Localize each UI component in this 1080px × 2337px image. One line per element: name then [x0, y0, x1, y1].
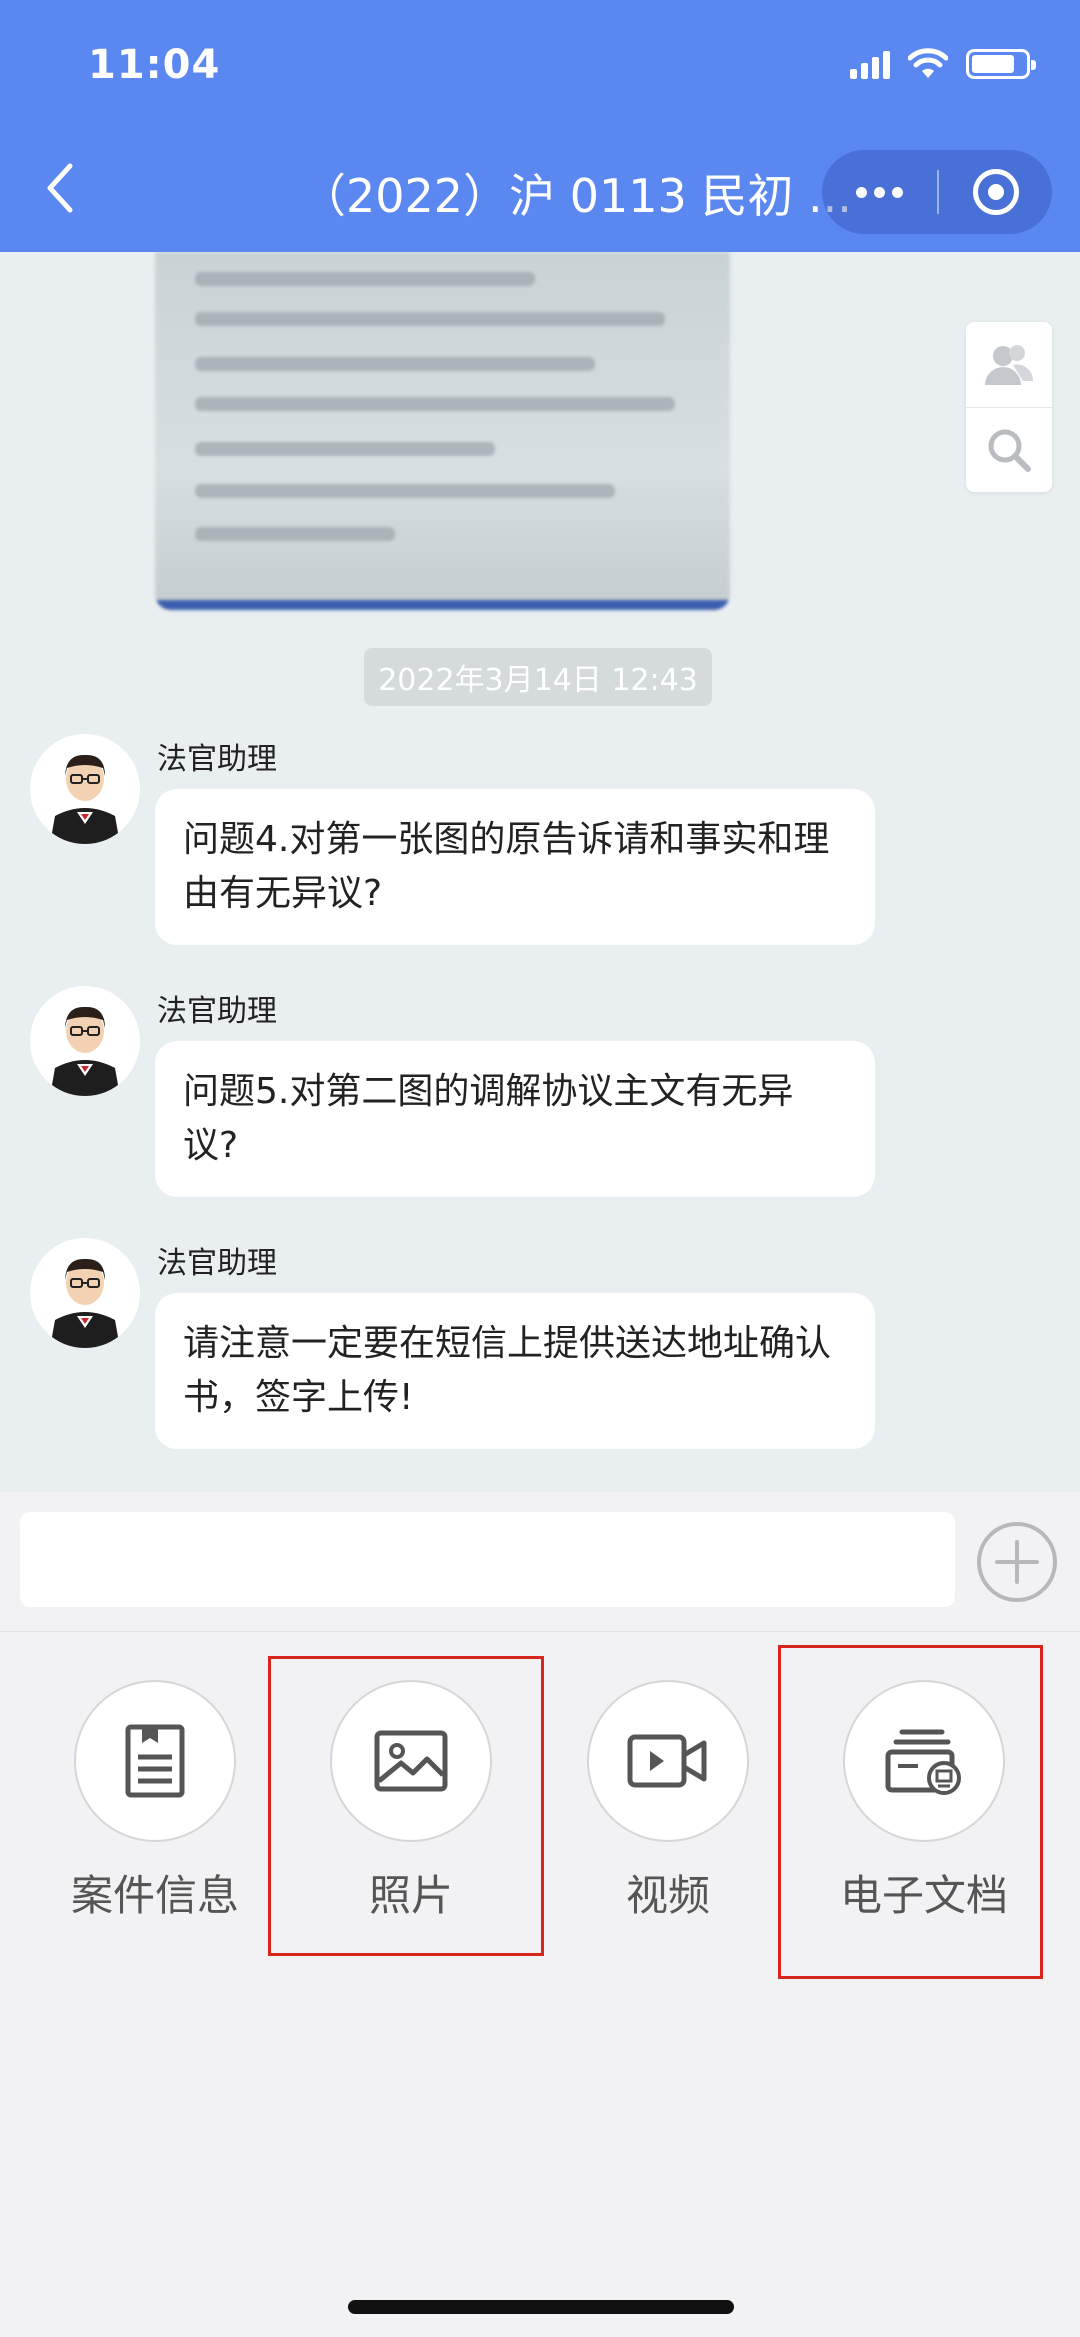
message-input[interactable] — [20, 1512, 955, 1607]
shared-image-message[interactable] — [155, 252, 730, 610]
status-icons — [850, 48, 1036, 80]
message-bubble[interactable]: 问题5.对第二图的调解协议主文有无异议? — [155, 1041, 875, 1197]
close-miniprogram-button[interactable] — [939, 150, 1052, 234]
case-info-label: 案件信息 — [70, 1871, 239, 1920]
video-button[interactable]: 视频 — [568, 1680, 768, 1923]
video-icon — [627, 1734, 707, 1788]
input-bar — [0, 1492, 1080, 1632]
back-button[interactable] — [40, 160, 80, 216]
search-button[interactable] — [966, 407, 1052, 492]
avatar — [30, 1238, 140, 1348]
search-icon — [988, 429, 1031, 472]
chat-area[interactable]: 2022年3月14日 12:43 法官助理 问题4.对第一张图的原告诉请和事实和… — [0, 252, 1080, 1492]
avatar — [30, 734, 140, 844]
status-time: 11:04 — [88, 42, 221, 88]
message-timestamp: 2022年3月14日 12:43 — [364, 648, 712, 706]
target-icon — [972, 169, 1019, 215]
avatar — [30, 986, 140, 1096]
page-title: （2022）沪 0113 民初 ... — [300, 169, 852, 223]
case-info-button[interactable]: 案件信息 — [55, 1680, 255, 1923]
e-document-highlight-box — [778, 1645, 1043, 1979]
miniprogram-capsule — [822, 150, 1052, 234]
members-button[interactable] — [966, 322, 1052, 407]
more-button[interactable] — [822, 150, 937, 234]
cellular-signal-icon — [850, 49, 890, 79]
sender-name: 法官助理 — [157, 1246, 277, 1281]
message-bubble[interactable]: 请注意一定要在短信上提供送达地址确认书，签字上传! — [155, 1293, 875, 1449]
photo-highlight-box — [268, 1656, 544, 1956]
members-icon — [985, 344, 1034, 385]
wifi-icon — [908, 48, 948, 78]
document-icon — [125, 1724, 185, 1798]
sender-name: 法官助理 — [157, 742, 277, 777]
home-indicator[interactable] — [348, 2300, 734, 2314]
sender-name: 法官助理 — [157, 994, 277, 1029]
header: 11:04 （2022）沪 0113 民初 ... — [0, 0, 1080, 252]
plus-button[interactable] — [975, 1520, 1059, 1604]
message-bubble[interactable]: 问题4.对第一张图的原告诉请和事实和理由有无异议? — [155, 789, 875, 945]
side-toolbar — [966, 322, 1052, 492]
battery-icon — [966, 49, 1036, 79]
video-label: 视频 — [625, 1871, 710, 1920]
